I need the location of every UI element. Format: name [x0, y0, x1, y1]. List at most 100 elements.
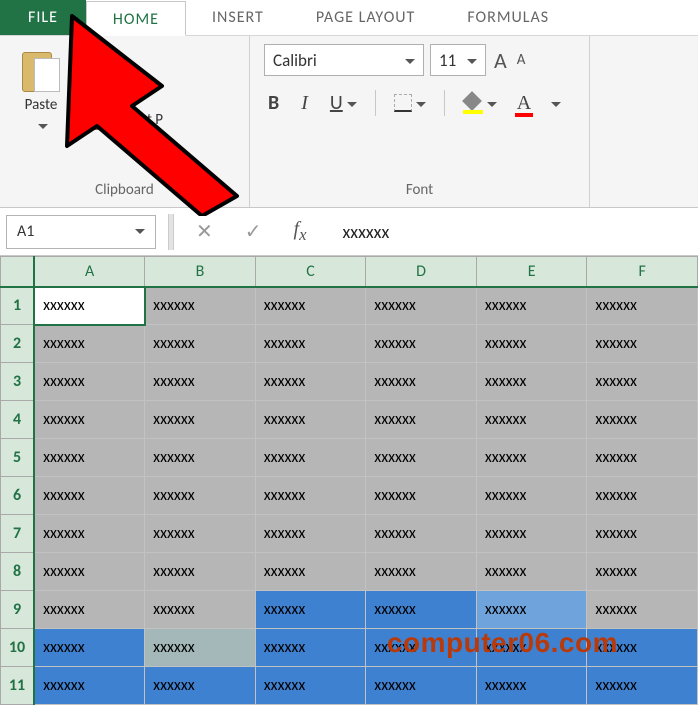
row-header[interactable]: 3 [1, 363, 35, 401]
row-header[interactable]: 11 [1, 667, 35, 705]
cell[interactable]: xxxxxx [34, 667, 145, 705]
cell[interactable]: xxxxxx [587, 287, 698, 325]
cell[interactable]: xxxxxx [587, 667, 698, 705]
row-header[interactable]: 7 [1, 515, 35, 553]
cell[interactable]: xxxxxx [587, 553, 698, 591]
cell[interactable]: xxxxxx [145, 477, 256, 515]
tab-home[interactable]: HOME [86, 1, 186, 36]
cell[interactable]: xxxxxx [476, 553, 587, 591]
formula-input[interactable]: xxxxxx [329, 221, 693, 243]
cell[interactable]: xxxxxx [34, 629, 145, 667]
cell[interactable]: xxxxxx [366, 477, 477, 515]
cell[interactable]: xxxxxx [476, 591, 587, 629]
row-header[interactable]: 1 [1, 287, 35, 325]
cell[interactable]: xxxxxx [34, 477, 145, 515]
cell[interactable]: xxxxxx [587, 401, 698, 439]
decrease-font-icon[interactable]: A [515, 51, 528, 69]
cell[interactable]: xxxxxx [34, 325, 145, 363]
row-header[interactable]: 10 [1, 629, 35, 667]
cell[interactable]: xxxxxx [587, 477, 698, 515]
cell[interactable]: xxxxxx [476, 477, 587, 515]
copy-button[interactable]: Cop [80, 80, 163, 100]
cell[interactable]: xxxxxx [587, 591, 698, 629]
cell[interactable]: xxxxxx [145, 553, 256, 591]
cell[interactable]: xxxxxx [145, 439, 256, 477]
cell[interactable]: xxxxxx [587, 439, 698, 477]
row-header[interactable]: 5 [1, 439, 35, 477]
fill-color-button[interactable] [459, 91, 501, 115]
cell[interactable]: xxxxxx [366, 515, 477, 553]
cell[interactable]: xxxxxx [145, 629, 256, 667]
cell[interactable]: xxxxxx [476, 287, 587, 325]
cell[interactable]: xxxxxx [34, 591, 145, 629]
cell[interactable]: xxxxxx [34, 439, 145, 477]
font-size-select[interactable]: 11 [430, 44, 486, 76]
bold-button[interactable]: B [264, 91, 283, 115]
fx-icon[interactable]: fx [284, 218, 317, 245]
cell[interactable]: xxxxxx [366, 667, 477, 705]
cell[interactable]: xxxxxx [145, 287, 256, 325]
row-header[interactable]: 4 [1, 401, 35, 439]
cell[interactable]: xxxxxx [366, 439, 477, 477]
cell[interactable]: xxxxxx [145, 401, 256, 439]
italic-button[interactable]: I [297, 92, 312, 115]
col-header-C[interactable]: C [255, 257, 366, 287]
cancel-formula-icon[interactable]: ✕ [186, 219, 223, 244]
cell[interactable]: xxxxxx [255, 477, 366, 515]
cell[interactable]: xxxxxx [366, 287, 477, 325]
cell[interactable]: xxxxxx [476, 325, 587, 363]
cell[interactable]: xxxxxx [145, 515, 256, 553]
cell[interactable]: xxxxxx [255, 363, 366, 401]
cell[interactable]: xxxxxx [255, 401, 366, 439]
tab-file[interactable]: FILE [0, 0, 86, 35]
font-color-button[interactable]: A [515, 92, 533, 115]
cell[interactable]: xxxxxx [255, 591, 366, 629]
cell[interactable]: xxxxxx [145, 325, 256, 363]
cell[interactable]: xxxxxx [255, 515, 366, 553]
cell[interactable]: xxxxxx [587, 325, 698, 363]
name-box[interactable]: A1 [6, 215, 156, 249]
cell[interactable]: xxxxxx [34, 287, 145, 325]
row-header[interactable]: 2 [1, 325, 35, 363]
cell[interactable]: xxxxxx [255, 287, 366, 325]
cell[interactable]: xxxxxx [476, 401, 587, 439]
cell[interactable]: xxxxxx [476, 515, 587, 553]
col-header-F[interactable]: F [587, 257, 698, 287]
cell[interactable]: xxxxxx [145, 363, 256, 401]
paste-button[interactable]: Paste [14, 44, 68, 181]
tab-formulas[interactable]: FORMULAS [441, 0, 575, 35]
cell[interactable]: xxxxxx [255, 553, 366, 591]
row-header[interactable]: 8 [1, 553, 35, 591]
tab-page-layout[interactable]: PAGE LAYOUT [290, 0, 442, 35]
cell[interactable]: xxxxxx [34, 515, 145, 553]
cell[interactable]: xxxxxx [145, 591, 256, 629]
col-header-B[interactable]: B [145, 257, 256, 287]
cell[interactable]: xxxxxx [255, 629, 366, 667]
cell[interactable]: xxxxxx [34, 553, 145, 591]
cell[interactable]: xxxxxx [366, 553, 477, 591]
cell[interactable]: xxxxxx [255, 325, 366, 363]
col-header-E[interactable]: E [476, 257, 587, 287]
cell[interactable]: xxxxxx [366, 401, 477, 439]
cell[interactable]: xxxxxx [366, 325, 477, 363]
cell[interactable]: xxxxxx [587, 515, 698, 553]
cell[interactable]: xxxxxx [255, 439, 366, 477]
cell[interactable]: xxxxxx [476, 439, 587, 477]
cell[interactable]: xxxxxx [587, 363, 698, 401]
cell[interactable]: xxxxxx [476, 667, 587, 705]
splitter[interactable] [168, 214, 174, 250]
row-header[interactable]: 9 [1, 591, 35, 629]
increase-font-icon[interactable]: A [492, 47, 509, 74]
cell[interactable]: xxxxxx [366, 591, 477, 629]
cell[interactable]: xxxxxx [145, 667, 256, 705]
row-header[interactable]: 6 [1, 477, 35, 515]
cell[interactable]: xxxxxx [34, 363, 145, 401]
borders-button[interactable] [390, 91, 430, 115]
tab-insert[interactable]: INSERT [186, 0, 290, 35]
select-all-corner[interactable] [1, 257, 35, 287]
col-header-A[interactable]: A [34, 257, 145, 287]
underline-button[interactable]: U [326, 91, 361, 115]
cell[interactable]: xxxxxx [34, 401, 145, 439]
cell[interactable]: xxxxxx [366, 363, 477, 401]
cell[interactable]: xxxxxx [255, 667, 366, 705]
